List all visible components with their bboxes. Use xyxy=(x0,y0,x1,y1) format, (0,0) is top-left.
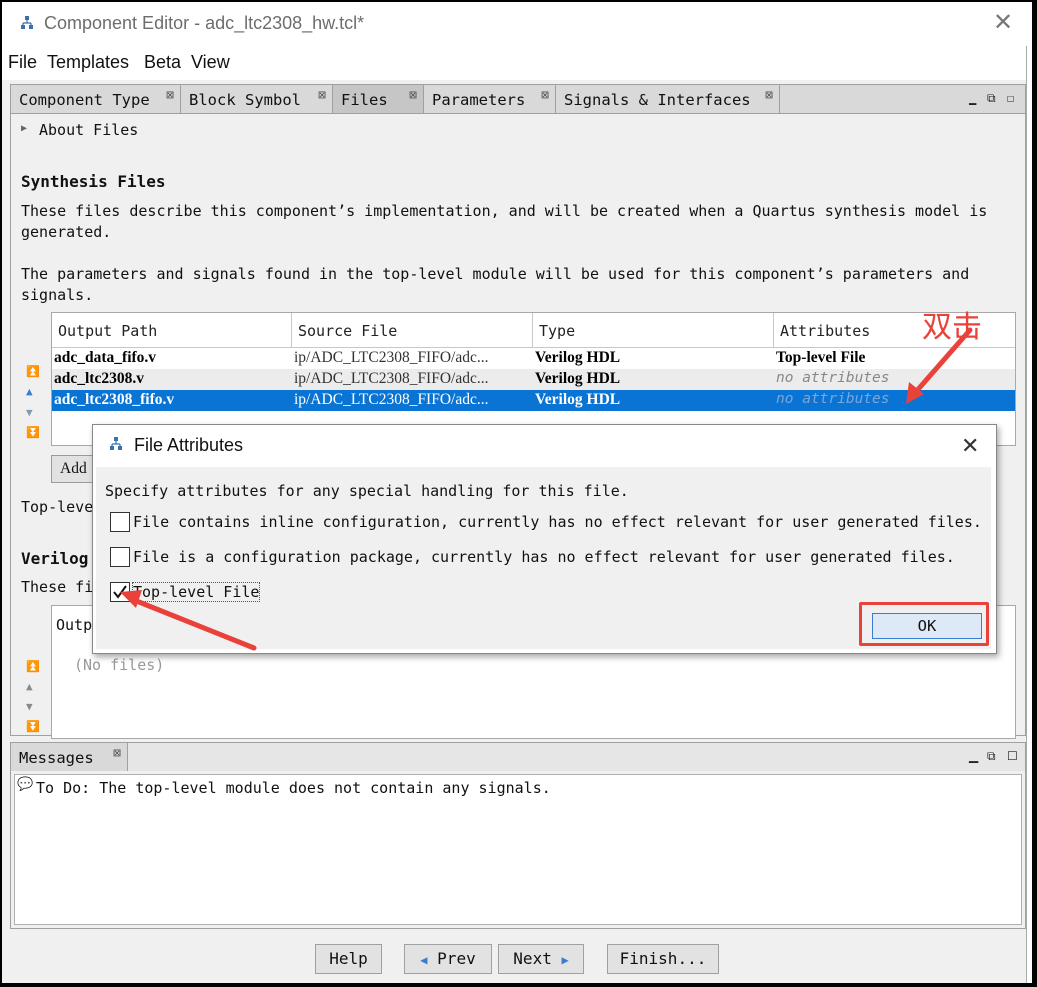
annotation-arrow-to-checkbox xyxy=(120,590,257,651)
component-editor-window: Component Editor - adc_ltc2308_hw.tcl* ✕… xyxy=(2,2,1032,983)
double-click-annotation: 双击 xyxy=(922,310,982,345)
annotation-overlay xyxy=(120,327,973,651)
